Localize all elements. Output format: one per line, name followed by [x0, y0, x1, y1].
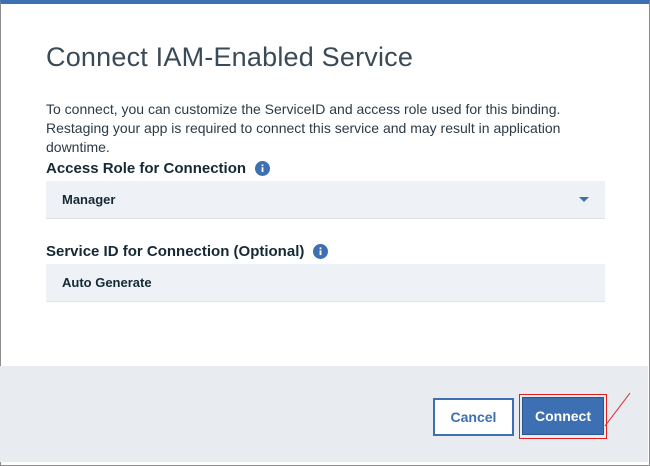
- info-icon[interactable]: [313, 244, 329, 259]
- connect-button[interactable]: Connect: [522, 397, 604, 435]
- service-id-label: Service ID for Connection (Optional): [46, 243, 329, 260]
- annotation-pointer-line: [604, 392, 631, 427]
- access-role-label-text: Access Role for Connection: [46, 160, 247, 177]
- access-role-label: Access Role for Connection: [46, 160, 271, 177]
- modal-title: Connect IAM-Enabled Service: [46, 42, 414, 72]
- modal-description: To connect, you can customize the Servic…: [46, 101, 561, 155]
- service-id-label-text: Service ID for Connection (Optional): [46, 243, 305, 260]
- chevron-down-icon[interactable]: [579, 197, 589, 202]
- access-role-select[interactable]: Manager: [46, 181, 605, 219]
- access-role-value: Manager: [62, 192, 116, 207]
- cancel-button[interactable]: Cancel: [433, 398, 514, 436]
- service-id-input[interactable]: Auto Generate: [46, 264, 605, 302]
- info-icon[interactable]: [255, 161, 271, 176]
- service-id-value: Auto Generate: [62, 275, 152, 290]
